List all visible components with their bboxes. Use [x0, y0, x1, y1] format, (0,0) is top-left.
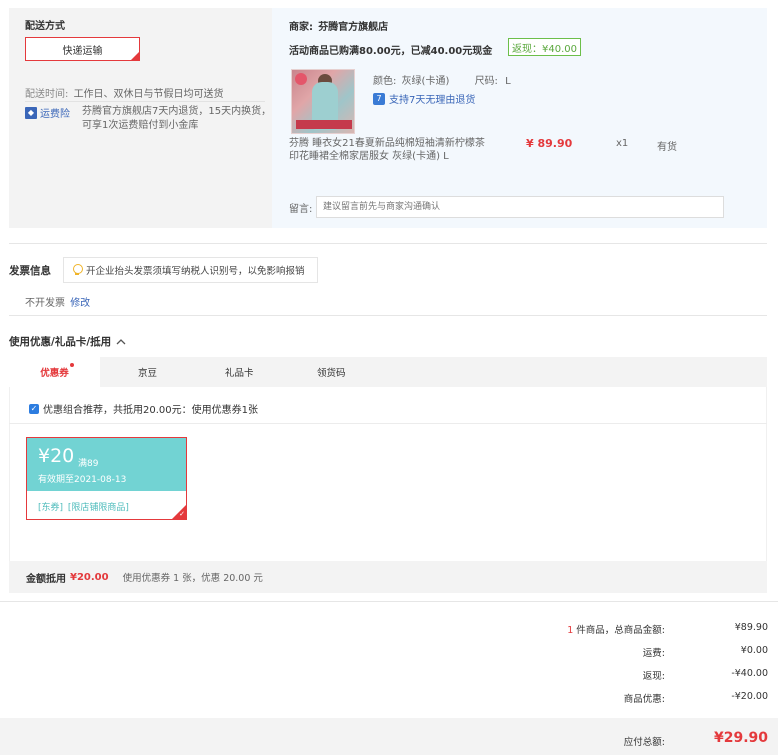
- recommend-text: 优惠组合推荐，共抵用20.00元：使用优惠券1张: [43, 405, 258, 416]
- payable-bar: 应付总额: ¥29.90: [0, 718, 778, 755]
- shipping-fee-value: ¥0.00: [740, 645, 768, 656]
- discount-tabs: 优惠券 京豆 礼品卡 领货码: [9, 357, 767, 387]
- checkbox-checked-icon[interactable]: ✓: [29, 403, 39, 414]
- payable-label: 应付总额:: [623, 737, 665, 748]
- shield-icon: ◆: [25, 106, 37, 119]
- product-qty: x1: [616, 138, 629, 149]
- selected-corner-icon: [131, 52, 139, 60]
- divider: [0, 601, 778, 602]
- insurance-label: 运费险: [40, 109, 70, 120]
- invoice-tip: 开企业抬头发票须填写纳税人识别号，以免影响报销: [63, 257, 318, 283]
- cashback-label: 返现:: [642, 671, 665, 682]
- recommend-row[interactable]: ✓ 优惠组合推荐，共抵用20.00元：使用优惠券1张: [29, 401, 258, 416]
- tab-gift-card[interactable]: 礼品卡: [225, 357, 254, 387]
- coupon-tags: [东券] [限店铺限商品]: [38, 500, 129, 513]
- remark-label: 留言:: [289, 204, 313, 215]
- product-discount-value: -¥20.00: [731, 691, 768, 702]
- invoice-value-row: 不开发票 修改: [25, 294, 90, 309]
- insurance-desc-line2: 可享1次运费赔付到小金库: [82, 120, 199, 131]
- product-discount-label: 商品优惠:: [623, 694, 665, 705]
- goods-total: ¥89.90: [734, 622, 768, 633]
- remark-input[interactable]: [316, 196, 724, 218]
- discount-title: 使用优惠/礼品卡/抵用: [9, 336, 112, 348]
- coupon-tag-jd: [东券]: [38, 503, 64, 513]
- merchant-label: 商家:: [289, 22, 313, 33]
- divider: [25, 101, 265, 102]
- discount-summary: 金额抵用 ¥20.00 使用优惠券 1 张，优惠 20.00 元: [9, 561, 767, 593]
- delivery-time-value: 工作日、双休日与节假日均可送货: [73, 89, 224, 100]
- product-spec: 颜色: 灰绿(卡通) 尺码: L: [373, 72, 511, 87]
- return-policy-text: 支持7天无理由退货: [389, 95, 476, 106]
- return-icon: 7: [373, 92, 385, 105]
- size-value: L: [505, 76, 511, 87]
- invoice-value: 不开发票: [25, 298, 65, 309]
- shipping-method-button[interactable]: 快递运输: [25, 37, 140, 61]
- divider: [9, 243, 767, 244]
- summary-desc: 使用优惠券 1 张，优惠 20.00 元: [122, 573, 263, 584]
- shipping-title: 配送方式: [25, 21, 65, 32]
- product-price: ¥ 89.90: [526, 137, 573, 150]
- tab-coupon-label: 优惠券: [40, 363, 74, 379]
- discount-header[interactable]: 使用优惠/礼品卡/抵用: [9, 334, 126, 349]
- size-label: 尺码:: [474, 76, 498, 87]
- coupon-card-top: ¥20 满89 有效期至2021-08-13: [27, 438, 186, 491]
- invoice-edit-link[interactable]: 修改: [70, 298, 90, 309]
- shipping-fee-label: 运费:: [642, 648, 665, 659]
- insurance-desc-line1: 芬腾官方旗舰店7天内退货，15天内换货，: [82, 106, 272, 117]
- coupon-tag-limit: [限店铺限商品]: [67, 503, 129, 513]
- tab-coupon[interactable]: 优惠券: [9, 357, 100, 387]
- promo-band: [296, 120, 352, 129]
- product-image[interactable]: [291, 69, 355, 134]
- shipping-method-label: 快递运输: [62, 45, 103, 57]
- goods-count-row: 1 件商品，总商品金额:: [567, 622, 665, 636]
- brand-logo-icon: [295, 73, 307, 85]
- divider: [9, 423, 767, 424]
- product-name-line2: 印花睡裙全棉家居服女 灰绿(卡通) L: [289, 151, 449, 162]
- stock-status: 有货: [657, 142, 677, 153]
- product-name[interactable]: 芬腾 睡衣女21春夏新品纯棉短袖清新柠檬茶 印花睡裙全棉家居服女 灰绿(卡通) …: [289, 137, 485, 163]
- color-value: 灰绿(卡通): [401, 76, 450, 87]
- cashback-value: -¥40.00: [731, 668, 768, 679]
- coupon-card[interactable]: ¥20 满89 有效期至2021-08-13 [东券] [限店铺限商品] ✓: [26, 437, 187, 520]
- shipping-insurance[interactable]: ◆ 运费险: [25, 105, 70, 120]
- invoice-tip-text: 开企业抬头发票须填写纳税人识别号，以免影响报销: [86, 266, 305, 277]
- coupon-condition: 满89: [78, 459, 99, 469]
- chevron-up-icon: [116, 339, 126, 345]
- goods-count: 1: [567, 625, 574, 636]
- summary-label: 金额抵用: [26, 573, 66, 585]
- goods-count-suffix: 件商品，总商品金额:: [576, 625, 665, 636]
- invoice-title: 发票信息: [9, 265, 51, 277]
- coupon-amount: ¥20: [38, 445, 75, 467]
- product-name-line1: 芬腾 睡衣女21春夏新品纯棉短袖清新柠檬茶: [289, 138, 485, 149]
- merchant-info: 商家: 芬腾官方旗舰店: [289, 18, 388, 33]
- lightbulb-icon: [72, 264, 83, 276]
- color-label: 颜色:: [373, 76, 397, 87]
- check-icon: ✓: [179, 510, 185, 518]
- insurance-desc: 芬腾官方旗舰店7天内退货，15天内换货， 可享1次运费赔付到小金库: [82, 105, 272, 133]
- shipping-panel: 配送方式 快递运输 配送时间: 工作日、双休日与节假日均可送货 ◆ 运费险 芬腾…: [9, 8, 272, 228]
- divider: [9, 315, 767, 316]
- merchant-panel: 商家: 芬腾官方旗舰店 活动商品已购满80.00元，已减40.00元现金 返现：…: [272, 8, 767, 228]
- coupon-expiry: 有效期至2021-08-13: [38, 475, 127, 485]
- payable-value: ¥29.90: [713, 730, 768, 746]
- return-policy: 7 支持7天无理由退货: [373, 91, 475, 106]
- delivery-time: 配送时间: 工作日、双休日与节假日均可送货: [25, 85, 224, 100]
- insurance-badge: ◆ 运费险: [25, 105, 70, 120]
- delivery-time-label: 配送时间:: [25, 89, 69, 100]
- order-shop-block: 配送方式 快递运输 配送时间: 工作日、双休日与节假日均可送货 ◆ 运费险 芬腾…: [9, 8, 767, 228]
- promo-text: 活动商品已购满80.00元，已减40.00元现金: [289, 46, 493, 57]
- tab-pickup-code[interactable]: 领货码: [317, 357, 346, 387]
- merchant-name[interactable]: 芬腾官方旗舰店: [318, 22, 388, 33]
- tab-jingdou[interactable]: 京豆: [138, 357, 157, 387]
- cashback-badge: 返现：¥40.00: [508, 38, 581, 56]
- summary-amount: ¥20.00: [70, 571, 109, 583]
